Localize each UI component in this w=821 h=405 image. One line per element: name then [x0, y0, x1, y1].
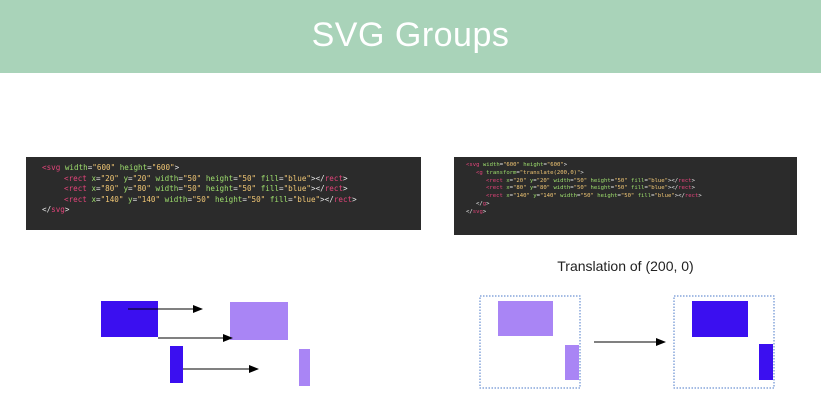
- original-rect-1: [101, 301, 158, 337]
- group-translated-rect-1: [692, 301, 748, 337]
- illustration-canvas: [101, 295, 775, 389]
- translated-rect-2: [299, 349, 310, 386]
- group-translated-rect-2: [759, 344, 773, 380]
- group-original-rect-2: [565, 345, 579, 380]
- original-rect-2: [170, 346, 183, 383]
- translated-rect-1: [230, 302, 288, 340]
- group-original-rect-1: [498, 301, 553, 336]
